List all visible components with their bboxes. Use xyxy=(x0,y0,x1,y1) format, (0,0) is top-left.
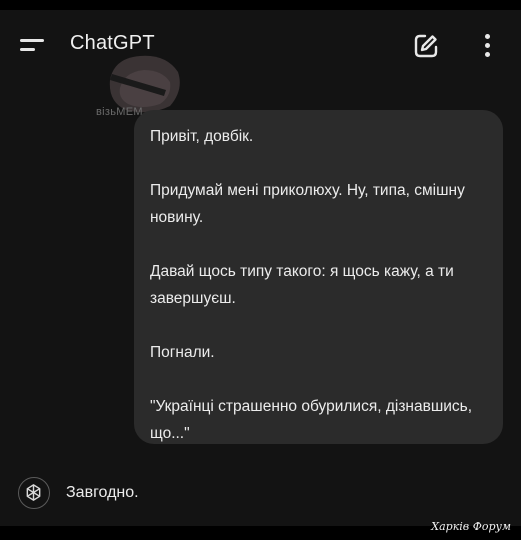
message-paragraph: Привіт, довбік. xyxy=(150,128,254,145)
vertical-dots-icon[interactable] xyxy=(480,32,494,60)
menu-bar-long xyxy=(20,39,44,42)
new-chat-glyph xyxy=(414,34,438,58)
chat-screen: ChatGPT візьМЕМ Привіт, довбік. Придумай… xyxy=(0,0,521,540)
openai-logo-glyph xyxy=(26,484,41,501)
menu-bar-short xyxy=(20,48,35,51)
message-paragraph: "Українці страшенно обурилися, дізнавшис… xyxy=(150,398,473,442)
user-message-bubble: Привіт, довбік. Придумай мені приколюху.… xyxy=(134,110,503,444)
watermark: Харків Форум xyxy=(431,520,511,533)
openai-logo-icon xyxy=(18,477,50,509)
assistant-message: Завгодно. xyxy=(66,484,139,501)
message-paragraph: Давай щось типу такого: я щось кажу, а т… xyxy=(150,263,454,307)
app-header: ChatGPT xyxy=(0,10,521,80)
top-border xyxy=(0,0,521,10)
message-paragraph: Погнали. xyxy=(150,344,215,361)
message-paragraph: Придумай мені приколюху. Ну, типа, смішн… xyxy=(150,182,465,226)
dot-1 xyxy=(485,34,490,39)
hamburger-menu-icon[interactable] xyxy=(20,36,46,54)
sticker-caption: візьМЕМ xyxy=(96,106,143,118)
dot-3 xyxy=(485,52,490,57)
edit-pencil-icon[interactable] xyxy=(413,33,439,59)
dot-2 xyxy=(485,43,490,48)
